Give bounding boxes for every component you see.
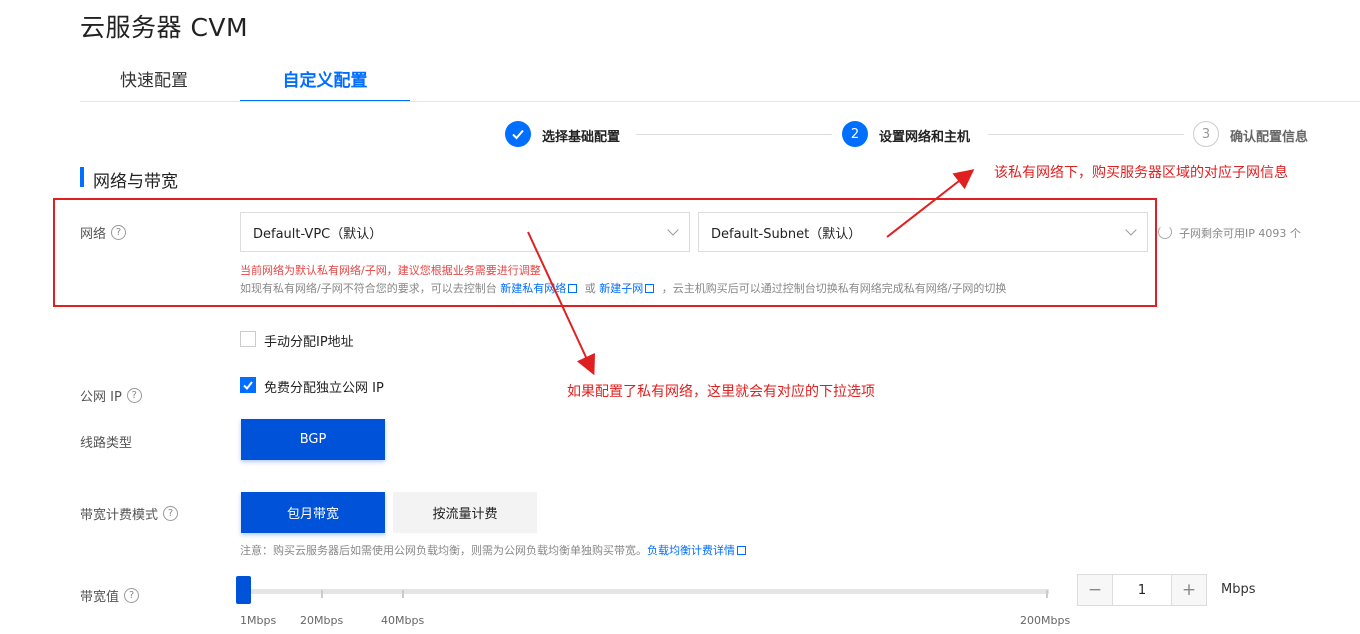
annotation-arrows: [527, 169, 975, 376]
annotation-arrow-down: [527, 231, 596, 376]
annotation-arrow-up: [886, 169, 975, 238]
